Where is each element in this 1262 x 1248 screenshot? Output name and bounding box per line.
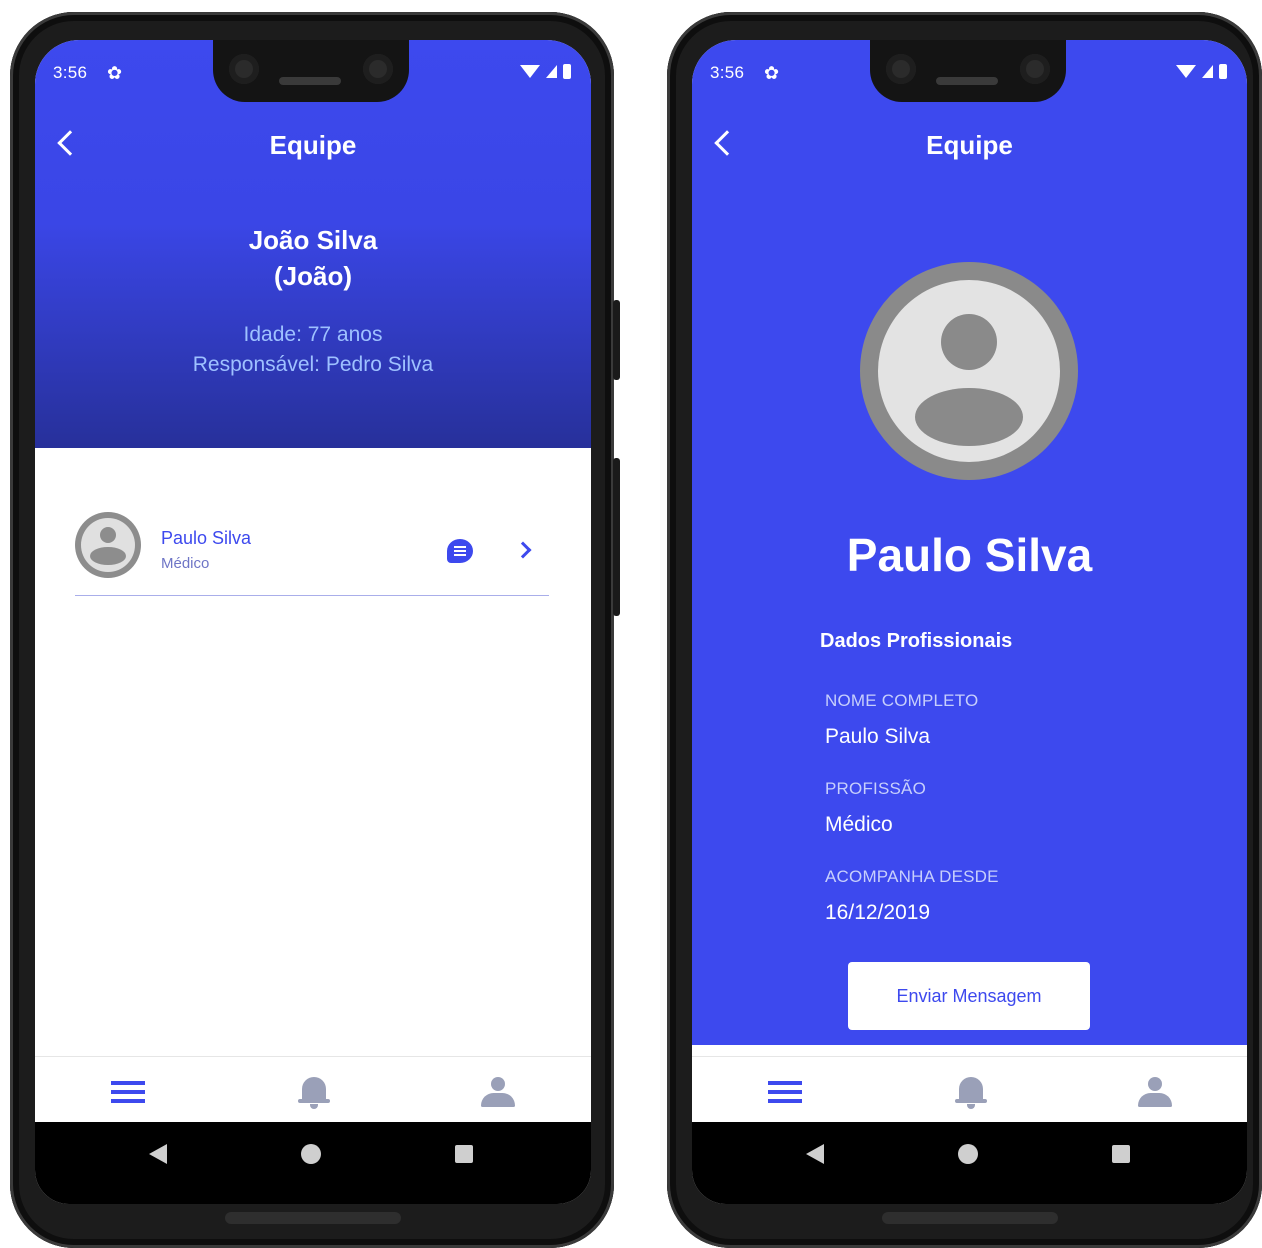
- status-time: 3:56: [53, 63, 88, 82]
- volume-button: [613, 458, 620, 616]
- status-icons: [1176, 64, 1227, 79]
- battery-icon: [563, 64, 571, 79]
- profession-label: PROFISSÃO: [825, 779, 926, 798]
- camera-icon: [1020, 54, 1050, 84]
- settings-icon: ✿: [764, 63, 780, 83]
- bottom-speaker: [882, 1212, 1058, 1224]
- top-app-bar: Equipe: [692, 116, 1247, 176]
- signal-icon: [1202, 65, 1213, 78]
- camera-notch: [870, 40, 1066, 102]
- since-label: ACOMPANHA DESDE: [825, 867, 999, 886]
- since-value: 16/12/2019: [825, 901, 931, 924]
- system-navigation-bar: [35, 1122, 591, 1204]
- signal-icon: [546, 65, 557, 78]
- nav-home-icon[interactable]: [301, 1144, 321, 1164]
- camera-icon: [229, 54, 259, 84]
- camera-notch: [213, 40, 409, 102]
- chat-icon[interactable]: [447, 539, 473, 563]
- menu-icon[interactable]: [109, 1075, 149, 1109]
- bottom-speaker: [225, 1212, 401, 1224]
- patient-responsible: Responsável: Pedro Silva: [192, 353, 434, 376]
- member-name: Paulo Silva: [161, 528, 252, 548]
- profile-name: Paulo Silva: [846, 529, 1093, 581]
- menu-icon[interactable]: [766, 1075, 806, 1109]
- nav-back-icon[interactable]: [149, 1144, 167, 1164]
- bell-icon[interactable]: [294, 1075, 334, 1109]
- nav-home-icon[interactable]: [958, 1144, 978, 1164]
- patient-age: Idade: 77 anos: [243, 323, 383, 346]
- page-title: Equipe: [926, 130, 1013, 160]
- nav-recent-apps-icon[interactable]: [455, 1145, 473, 1163]
- user-icon[interactable]: [1135, 1075, 1175, 1109]
- profile-avatar: [860, 262, 1078, 480]
- user-icon[interactable]: [478, 1075, 518, 1109]
- bell-icon[interactable]: [951, 1075, 991, 1109]
- bottom-navigation: [692, 1056, 1247, 1122]
- page-title: Equipe: [269, 130, 357, 160]
- patient-name-block: João Silva (João): [35, 222, 591, 294]
- full-name-value: Paulo Silva: [825, 725, 931, 748]
- wifi-icon: [1176, 65, 1196, 78]
- send-message-button[interactable]: Enviar Mensagem: [848, 962, 1090, 1030]
- chevron-right-icon[interactable]: [514, 541, 532, 559]
- avatar: [75, 512, 141, 578]
- earpiece-speaker: [936, 77, 998, 85]
- power-button: [613, 300, 620, 380]
- team-member-row[interactable]: Paulo Silva Médico: [75, 506, 549, 596]
- wifi-icon: [520, 65, 540, 78]
- nav-back-icon[interactable]: [806, 1144, 824, 1164]
- status-icons: [520, 64, 571, 79]
- settings-icon: ✿: [107, 63, 123, 83]
- camera-icon: [363, 54, 393, 84]
- nav-recent-apps-icon[interactable]: [1112, 1145, 1130, 1163]
- battery-icon: [1219, 64, 1227, 79]
- profession-value: Médico: [825, 813, 893, 836]
- system-navigation-bar: [692, 1122, 1247, 1204]
- team-member-detail-screen: 3:56 ✿ Equipe Paulo Silva Dados Profissi…: [692, 40, 1247, 1204]
- camera-icon: [886, 54, 916, 84]
- phone-frame-right: 3:56 ✿ Equipe Paulo Silva Dados Profissi…: [667, 12, 1262, 1248]
- team-list-screen: 3:56 ✿ Equipe João Silva (João) Idade: 7…: [35, 40, 591, 1204]
- member-role: Médico: [161, 555, 210, 572]
- patient-name: João Silva: [248, 225, 378, 255]
- top-app-bar: Equipe: [35, 116, 591, 176]
- full-name-label: NOME COMPLETO: [825, 691, 979, 710]
- patient-nickname: (João): [274, 261, 352, 291]
- phone-frame-left: 3:56 ✿ Equipe João Silva (João) Idade: 7…: [10, 12, 620, 1248]
- patient-info: Idade: 77 anos Responsável: Pedro Silva: [35, 320, 591, 380]
- section-title: Dados Profissionais: [820, 630, 1013, 652]
- status-time: 3:56: [710, 63, 745, 82]
- bottom-navigation: [35, 1056, 591, 1122]
- earpiece-speaker: [279, 77, 341, 85]
